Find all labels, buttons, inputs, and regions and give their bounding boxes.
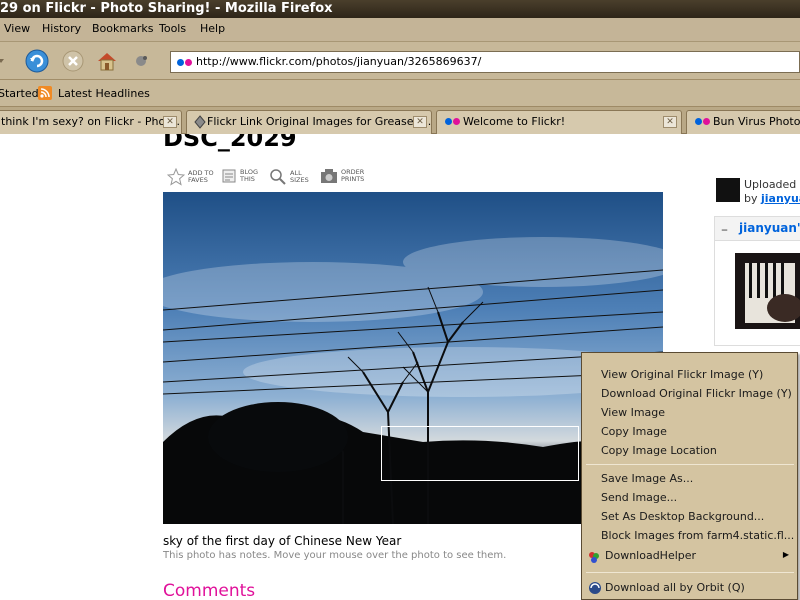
- magnifier-icon: [270, 169, 286, 185]
- ctx-save-image-as[interactable]: Save Image As...: [601, 472, 693, 485]
- back-dropdown-icon[interactable]: [0, 49, 10, 73]
- uploader-link[interactable]: jianyuan: [761, 192, 800, 205]
- site-favicon-icon: [177, 59, 192, 66]
- ctx-set-desktop-background[interactable]: Set As Desktop Background...: [601, 510, 764, 523]
- home-button[interactable]: [94, 49, 120, 73]
- window-title-bar: 29 on Flickr - Photo Sharing! - Mozilla …: [0, 0, 800, 18]
- menu-tools[interactable]: Tools: [159, 22, 186, 35]
- tab-flickr-link-original[interactable]: Flickr Link Original Images for Greasem.…: [186, 110, 432, 134]
- blog-this-button[interactable]: BLOG THIS: [221, 168, 270, 184]
- menu-bookmarks[interactable]: Bookmarks: [92, 22, 153, 35]
- tab-label: Welcome to Flickr!: [463, 115, 566, 128]
- orbit-downloader-icon: [589, 582, 601, 594]
- action-label-line2: PRINTS: [341, 175, 365, 183]
- camera-icon: [321, 169, 337, 183]
- reload-icon: [25, 49, 49, 73]
- flickr-favicon-icon: [695, 118, 710, 125]
- bookmark-latest-headlines[interactable]: Latest Headlines: [58, 87, 150, 100]
- tab-label: Flickr Link Original Images for Greasem.…: [207, 115, 432, 128]
- blog-icon: [222, 169, 236, 183]
- photostream-thumbnail[interactable]: [735, 253, 800, 329]
- ctx-send-image[interactable]: Send Image...: [601, 491, 677, 504]
- tab-bun-virus[interactable]: Bun Virus Photogra: [686, 110, 800, 134]
- comments-heading: Comments: [163, 581, 256, 600]
- uploader-avatar[interactable]: [716, 178, 740, 202]
- context-menu: View Original Flickr Image (Y) Download …: [581, 352, 798, 600]
- photo-title: DSC_2029: [163, 134, 297, 152]
- ctx-copy-image-location[interactable]: Copy Image Location: [601, 444, 717, 457]
- tab-strip: think I'm sexy? on Flickr - Phot... ✕ Fl…: [0, 107, 800, 134]
- home-icon: [98, 53, 116, 71]
- star-icon: [167, 168, 185, 186]
- flickr-favicon-icon: [445, 118, 460, 125]
- close-tab-icon[interactable]: ✕: [413, 116, 427, 128]
- photo-note-box[interactable]: [381, 426, 579, 481]
- tab-sexy-flickr[interactable]: think I'm sexy? on Flickr - Phot... ✕: [0, 110, 182, 134]
- reload-button[interactable]: [24, 49, 50, 73]
- ctx-block-images[interactable]: Block Images from farm4.static.fl...: [601, 529, 794, 542]
- globe-icon: [136, 56, 147, 66]
- navigation-toolbar: http://www.flickr.com/photos/jianyuan/32…: [0, 42, 800, 80]
- menu-view[interactable]: View: [4, 22, 30, 35]
- close-tab-icon[interactable]: ✕: [163, 116, 177, 128]
- uploaded-on-text: Uploaded on: [744, 178, 800, 191]
- order-prints-button[interactable]: ORDER PRINTS: [320, 168, 371, 184]
- menu-help[interactable]: Help: [200, 22, 225, 35]
- ctx-view-original-flickr-image[interactable]: View Original Flickr Image (Y): [601, 368, 763, 381]
- orbit-button[interactable]: [128, 49, 154, 73]
- url-bar[interactable]: http://www.flickr.com/photos/jianyuan/32…: [170, 51, 800, 73]
- action-label-line2: SIZES: [290, 176, 309, 184]
- stop-button[interactable]: [60, 49, 86, 73]
- tab-welcome-flickr[interactable]: Welcome to Flickr! ✕: [436, 110, 682, 134]
- collapse-icon[interactable]: –: [721, 222, 728, 238]
- menu-history[interactable]: History: [42, 22, 81, 35]
- downloadhelper-icon: [589, 552, 599, 563]
- uploaded-by-text: by jianyuan: [744, 192, 800, 205]
- photostream-box: – jianyuan': [714, 216, 800, 346]
- ctx-downloadhelper[interactable]: DownloadHelper: [605, 549, 696, 562]
- photostream-title[interactable]: jianyuan': [739, 221, 800, 235]
- menu-separator: [586, 572, 794, 573]
- ctx-download-original-flickr-image[interactable]: Download Original Flickr Image (Y): [601, 387, 792, 400]
- action-label-line2: THIS: [240, 175, 255, 183]
- ctx-copy-image[interactable]: Copy Image: [601, 425, 667, 438]
- uploaded-by-prefix: by: [744, 192, 761, 205]
- url-text[interactable]: http://www.flickr.com/photos/jianyuan/32…: [196, 55, 481, 68]
- greasemonkey-icon: [194, 115, 206, 129]
- photo-caption: sky of the first day of Chinese New Year: [163, 534, 402, 548]
- ctx-view-image[interactable]: View Image: [601, 406, 665, 419]
- window-title: 29 on Flickr - Photo Sharing! - Mozilla …: [0, 1, 333, 16]
- bookmarks-toolbar: Started Latest Headlines: [0, 80, 800, 107]
- rss-icon: [38, 86, 52, 100]
- action-label-line2: FAVES: [188, 176, 208, 184]
- stop-icon: [62, 50, 84, 72]
- menu-separator: [586, 464, 794, 465]
- bookmark-getting-started[interactable]: Started: [0, 87, 39, 100]
- add-to-faves-button[interactable]: ADD TO FAVES: [167, 168, 218, 186]
- all-sizes-button[interactable]: ALL SIZES: [269, 168, 320, 186]
- photostream-header: – jianyuan': [715, 217, 800, 241]
- tab-label: Bun Virus Photogra: [713, 115, 800, 128]
- ctx-download-all-orbit[interactable]: Download all by Orbit (Q): [605, 581, 745, 594]
- menu-bar: View History Bookmarks Tools Help: [0, 18, 800, 42]
- submenu-arrow-icon: ▶: [782, 550, 789, 559]
- note-hint: This photo has notes. Move your mouse ov…: [163, 550, 507, 561]
- tab-label: think I'm sexy? on Flickr - Phot...: [1, 115, 180, 128]
- close-tab-icon[interactable]: ✕: [663, 116, 677, 128]
